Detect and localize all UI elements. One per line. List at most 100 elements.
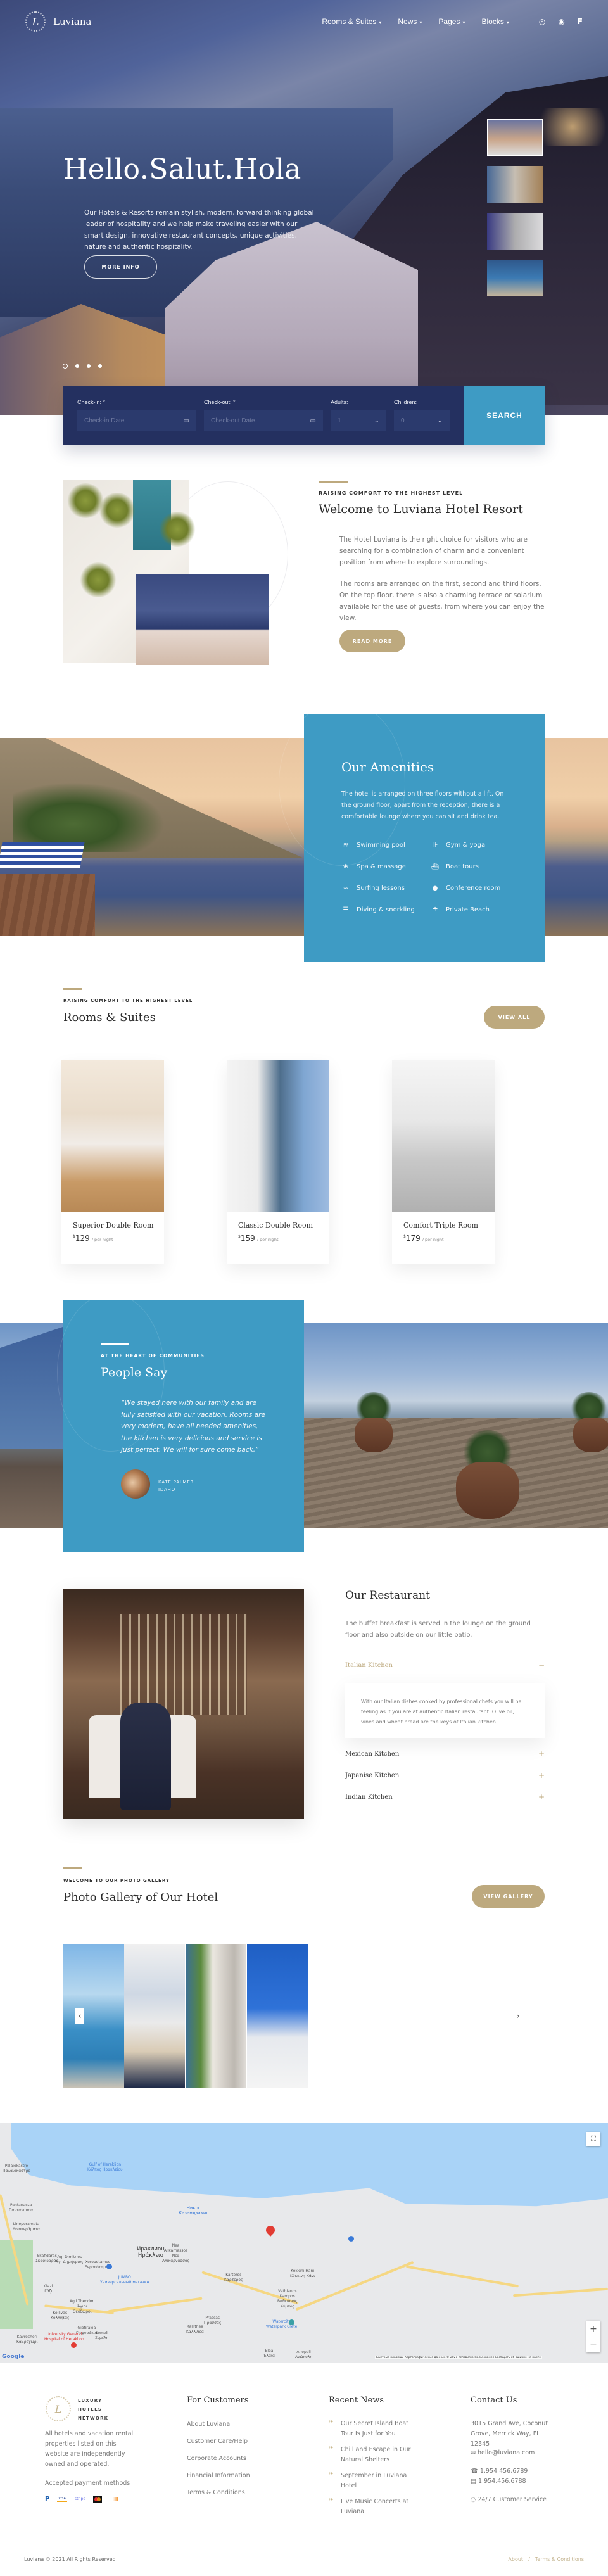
fullscreen-button[interactable]: ⛶ (586, 2132, 600, 2146)
accordion-italian-kitchen[interactable]: Italian Kitchen − (345, 1661, 545, 1670)
plus-icon[interactable]: + (538, 1749, 545, 1758)
gallery-image[interactable] (124, 1944, 185, 2088)
chat-icon: ◌ (471, 2496, 478, 2503)
slide-thumb[interactable] (487, 213, 543, 250)
room-card[interactable]: Classic Double Room $159/ per night (227, 1060, 329, 1264)
footer-terms-link[interactable]: Terms & Conditions (535, 2556, 584, 2562)
room-image[interactable] (392, 1060, 495, 1212)
brand-name[interactable]: Luviana (53, 16, 91, 27)
map-label: Vathianos Kampos Βαθειανός Κάμπος (277, 2289, 298, 2309)
map-road (108, 2297, 203, 2313)
news-item[interactable]: ❧ September in Luviana Hotel (329, 2471, 417, 2491)
amenity-item: ⊪ Gym & yoga (431, 842, 485, 849)
instagram-icon[interactable]: ◎ (539, 17, 545, 26)
footer-link[interactable]: About Luviana (187, 2419, 250, 2430)
payment-methods-label: Accepted payment methods (45, 2480, 130, 2487)
top-navigation: L Luviana Rooms & Suites ▾ News ▾ Pages ▾ B… (25, 10, 583, 33)
main-menu: Rooms & Suites ▾ News ▾ Pages ▾ Blocks ▾ (322, 17, 509, 26)
checkout-input[interactable]: Check-out Date ▭ (204, 410, 323, 431)
mastercard-icon (93, 2496, 103, 2503)
map-attribution[interactable]: Быстрые клавиши Картографические данные … (375, 2356, 543, 2359)
adults-select[interactable]: 1 ⌄ (331, 410, 386, 431)
gallery-image[interactable] (63, 1944, 124, 2088)
tripadvisor-icon[interactable]: ◉ (558, 17, 564, 26)
dumbbell-icon: ⊪ (432, 842, 438, 849)
accordion-indian-kitchen[interactable]: Indian Kitchen + (345, 1792, 545, 1801)
room-image[interactable] (61, 1060, 164, 1212)
hero-description: Our Hotels & Resorts remain stylish, mod… (84, 209, 314, 251)
foursquare-icon[interactable]: F (578, 17, 583, 26)
map-label: Gazi Γάζι (44, 2284, 53, 2294)
slider-dot[interactable] (87, 364, 91, 368)
slider-dot[interactable] (63, 364, 68, 369)
social-links: ◎ ◉ F (539, 17, 583, 26)
gallery-next-button[interactable]: › (514, 2008, 522, 2024)
swimmer-icon: ≈ (343, 885, 349, 892)
gallery-image[interactable] (247, 1944, 308, 2088)
news-item[interactable]: ❧ Live Music Concerts at Luviana (329, 2497, 417, 2517)
zoom-out-button[interactable]: − (590, 2337, 597, 2352)
minus-icon[interactable]: − (538, 1661, 545, 1670)
news-link[interactable]: Chill and Escape in Our Natural Shelters (341, 2445, 417, 2465)
more-info-button[interactable]: MORE INFO (84, 255, 157, 279)
room-name[interactable]: Comfort Triple Room (403, 1221, 478, 1229)
accordion-japanise-kitchen[interactable]: Japanise Kitchen + (345, 1771, 545, 1780)
search-button[interactable]: SEARCH (464, 386, 545, 445)
footer-about-link[interactable]: About (508, 2556, 523, 2562)
news-item[interactable]: ❧ Our Secret Island Boat Tour Is Just for… (329, 2419, 417, 2439)
gallery-prev-button[interactable]: ‹ (75, 2008, 84, 2024)
view-gallery-button[interactable]: VIEW GALLERY (472, 1885, 545, 1908)
room-name[interactable]: Superior Double Room (73, 1221, 153, 1229)
footer-link[interactable]: Customer Care/Help (187, 2436, 250, 2447)
news-item[interactable]: ❧ Chill and Escape in Our Natural Shelter… (329, 2445, 417, 2465)
logo-icon[interactable]: L (25, 11, 46, 32)
accordion-label: Italian Kitchen (345, 1661, 393, 1669)
nav-item-blocks[interactable]: Blocks ▾ (481, 17, 509, 26)
payment-icons: P VISA stripe (45, 2496, 119, 2503)
nav-item-rooms-suites[interactable]: Rooms & Suites ▾ (322, 17, 381, 26)
amenity-label: Spa & massage (357, 863, 406, 870)
map-label: Gulf of Heraklion Κόλπος Ηρακλείου (87, 2162, 123, 2172)
plus-icon[interactable]: + (538, 1771, 545, 1780)
room-card[interactable]: Superior Double Room $129/ per night (61, 1060, 164, 1264)
footer-link[interactable]: Corporate Accounts (187, 2453, 250, 2465)
accordion-mexican-kitchen[interactable]: Mexican Kitchen + (345, 1749, 545, 1758)
map-road (406, 2265, 519, 2288)
plus-icon[interactable]: + (538, 1792, 545, 1801)
checkin-input[interactable]: Check-in Date ▭ (77, 410, 196, 431)
view-all-button[interactable]: VIEW ALL (484, 1006, 545, 1029)
room-image[interactable] (227, 1060, 329, 1212)
zoom-in-button[interactable]: + (590, 2321, 597, 2337)
slide-thumb[interactable] (487, 260, 543, 296)
contact-email[interactable]: ✉ hello@luviana.com (471, 2447, 535, 2459)
children-select[interactable]: 0 ⌄ (394, 410, 450, 431)
adults-value: 1 (338, 417, 341, 424)
footer-link[interactable]: Terms & Conditions (187, 2487, 250, 2499)
sun-lounger (0, 842, 85, 868)
footer-logo-icon[interactable]: L (46, 2396, 71, 2421)
slide-thumb[interactable] (487, 166, 543, 203)
news-link[interactable]: Live Music Concerts at Luviana (341, 2497, 417, 2517)
nav-item-pages[interactable]: Pages ▾ (438, 17, 465, 26)
read-more-button[interactable]: READ MORE (339, 630, 405, 652)
room-card[interactable]: Comfort Triple Room $179/ per night (392, 1060, 495, 1264)
map-sea (11, 2123, 608, 2207)
children-label: Children: (394, 399, 417, 405)
news-link[interactable]: September in Luviana Hotel (341, 2471, 417, 2491)
slider-dot[interactable] (98, 364, 102, 368)
map-pin-icon[interactable] (264, 2224, 277, 2237)
customers-title: For Customers (187, 2395, 249, 2405)
slider-dot[interactable] (75, 364, 79, 368)
restaurant-description: The buffet breakfast is served in the lo… (345, 1620, 531, 1639)
location-map[interactable]: Gulf of Heraklion Κόλπος Ηρακλείου Palai… (0, 2123, 608, 2363)
room-name[interactable]: Classic Double Room (238, 1221, 313, 1229)
slide-thumb[interactable] (487, 119, 543, 156)
gallery-image[interactable] (186, 1944, 246, 2088)
accent-line (101, 1343, 129, 1345)
nav-item-news[interactable]: News ▾ (398, 17, 422, 26)
footer-link[interactable]: Financial Information (187, 2470, 250, 2482)
paypal-icon: P (45, 2496, 50, 2503)
news-link[interactable]: Our Secret Island Boat Tour Is Just for … (341, 2419, 417, 2439)
google-logo[interactable]: Google (2, 2354, 24, 2360)
map-label: Никос Казандзакис (179, 2205, 209, 2216)
